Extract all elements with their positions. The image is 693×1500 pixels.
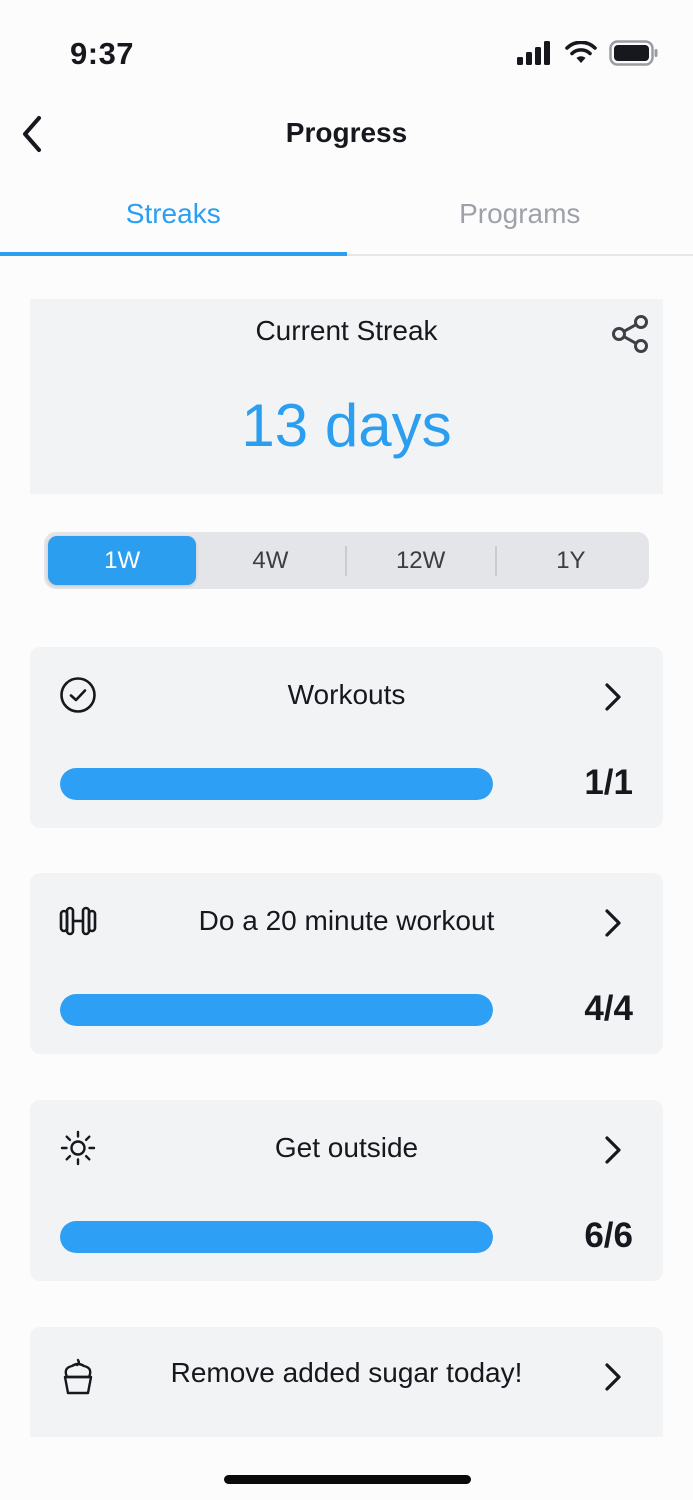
streak-label: Current Streak — [255, 315, 438, 346]
goal-chevron — [601, 1134, 625, 1166]
goal-count: 1/1 — [584, 763, 633, 802]
streak-value: 13 days — [241, 392, 452, 459]
goal-count: 6/6 — [584, 1216, 633, 1255]
status-time: 9:37 — [70, 36, 135, 71]
share-icon — [612, 315, 648, 353]
goal-chevron — [601, 1361, 625, 1393]
goal-progress-fill — [60, 1221, 493, 1253]
chevron-right-icon — [605, 1136, 621, 1164]
goal-progress-bar — [60, 768, 493, 800]
status-icons — [517, 40, 659, 66]
goal-title: Workouts — [287, 679, 406, 710]
goal-progress-bar — [60, 994, 493, 1026]
check-circle-icon — [60, 677, 96, 713]
share-button[interactable] — [609, 313, 651, 355]
goal-icon-wrapper — [58, 901, 98, 941]
goal-chevron — [601, 681, 625, 713]
sun-icon — [60, 1130, 96, 1166]
chevron-right-icon — [605, 683, 621, 711]
goal-card-remove-added-sugar[interactable]: Remove added sugar today! — [30, 1327, 663, 1437]
goal-icon-wrapper — [58, 1128, 98, 1168]
tab-programs[interactable]: Programs — [347, 180, 693, 254]
range-option-1w[interactable]: 1W — [48, 536, 197, 585]
goal-card-20-minute-workout[interactable]: Do a 20 minute workout 4/4 — [30, 873, 663, 1054]
goal-icon-wrapper — [58, 675, 98, 715]
battery-icon — [609, 40, 658, 66]
range-option-1y[interactable]: 1Y — [497, 536, 645, 585]
goal-card-get-outside[interactable]: Get outside 6/6 — [30, 1100, 663, 1281]
chevron-right-icon — [605, 1363, 621, 1391]
goal-title: Get outside — [274, 1132, 419, 1163]
page-title: Progress — [285, 117, 408, 148]
wifi-icon — [565, 41, 597, 63]
range-selector: 1W 4W 12W 1Y — [44, 532, 649, 589]
chevron-right-icon — [605, 909, 621, 937]
progress-screen: 9:37 Progress Streaks Programs Current S… — [0, 0, 693, 1500]
goal-progress-fill — [60, 994, 493, 1026]
goal-progress-fill — [60, 768, 493, 800]
goal-chevron — [601, 907, 625, 939]
goal-title: Remove added sugar today! — [170, 1357, 523, 1388]
goal-icon-wrapper — [58, 1357, 98, 1397]
tab-bar: Streaks Programs — [0, 180, 693, 256]
current-streak-card: Current Streak 13 days — [30, 299, 663, 494]
dumbbell-icon — [59, 906, 97, 936]
goal-count: 4/4 — [584, 989, 633, 1028]
signal-icon — [517, 41, 550, 65]
goal-card-workouts[interactable]: Workouts 1/1 — [30, 647, 663, 828]
goal-title: Do a 20 minute workout — [198, 905, 495, 936]
range-option-12w[interactable]: 12W — [347, 536, 495, 585]
range-option-4w[interactable]: 4W — [196, 536, 344, 585]
cupcake-icon — [63, 1358, 93, 1395]
home-indicator — [224, 1475, 471, 1484]
tab-streaks[interactable]: Streaks — [0, 180, 347, 256]
goal-progress-bar — [60, 1221, 493, 1253]
